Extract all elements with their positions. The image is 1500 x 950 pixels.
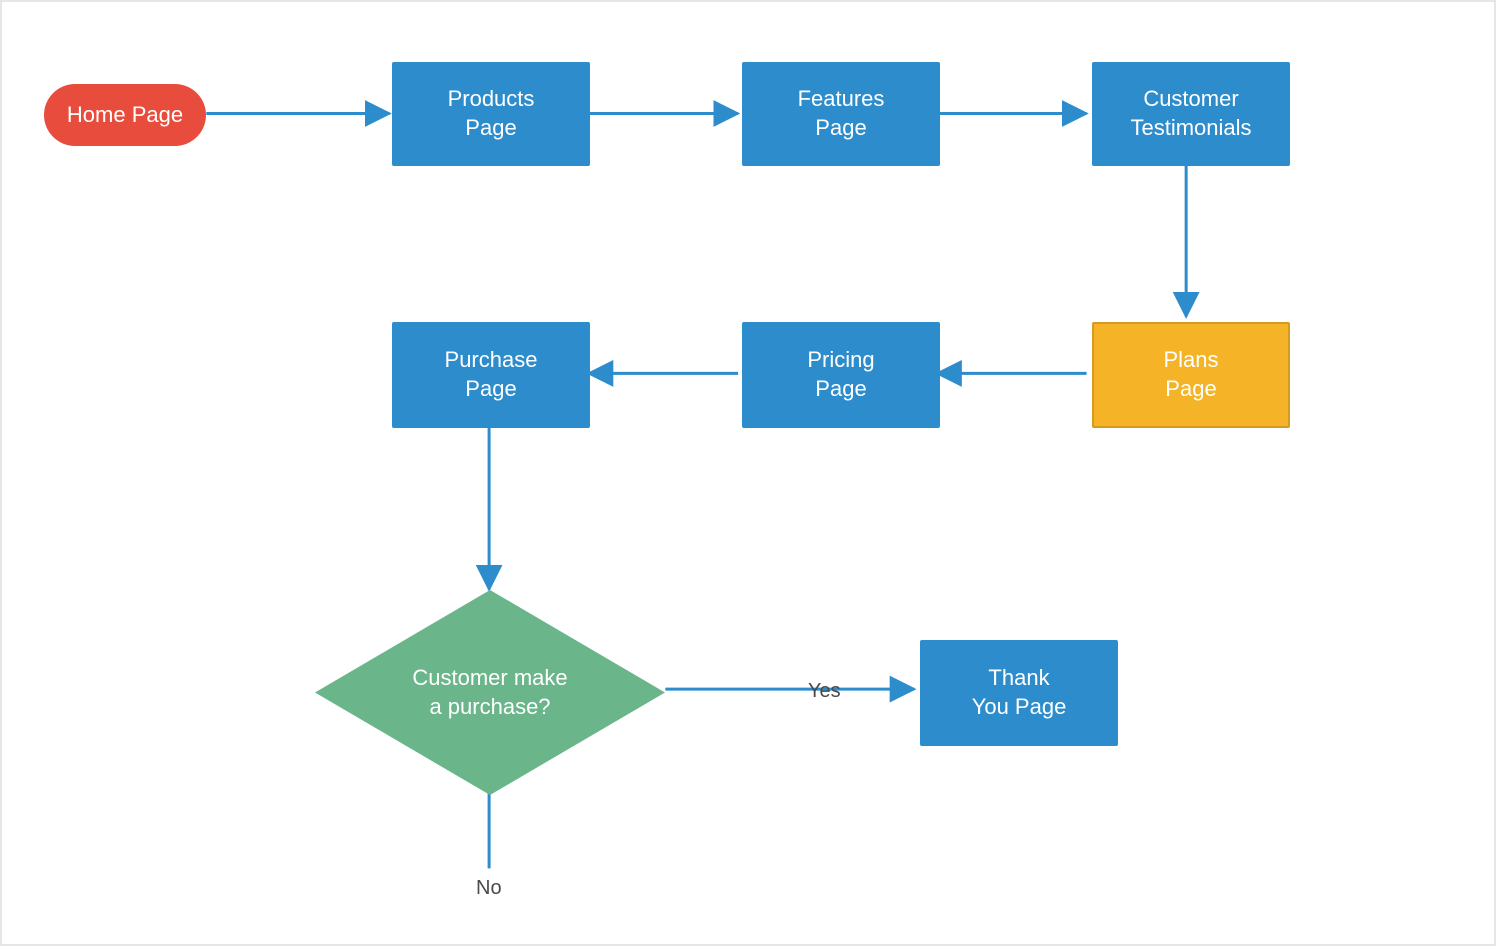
node-plans-line1: Plans	[1163, 346, 1218, 375]
node-decision-purchase: Customer make a purchase?	[315, 590, 665, 795]
edge-label-no: No	[476, 877, 502, 900]
node-plans-page: Plans Page	[1092, 322, 1290, 428]
node-features-line1: Features	[798, 85, 885, 114]
node-testimonials-line1: Customer	[1130, 85, 1251, 114]
node-testimonials-line2: Testimonials	[1130, 114, 1251, 143]
node-customer-testimonials: Customer Testimonials	[1092, 62, 1290, 166]
edge-label-yes: Yes	[808, 680, 841, 703]
node-home-page: Home Page	[44, 84, 206, 146]
node-products-line1: Products	[448, 85, 535, 114]
node-features-line2: Page	[798, 114, 885, 143]
node-purchase-line2: Page	[445, 375, 538, 404]
node-purchase-page: Purchase Page	[392, 322, 590, 428]
node-products-line2: Page	[448, 114, 535, 143]
node-thankyou-line1: Thank	[972, 664, 1067, 693]
node-plans-line2: Page	[1163, 375, 1218, 404]
node-home-page-label: Home Page	[67, 101, 183, 130]
node-purchase-line1: Purchase	[445, 346, 538, 375]
node-products-page: Products Page	[392, 62, 590, 166]
node-thankyou-line2: You Page	[972, 693, 1067, 722]
node-thank-you-page: Thank You Page	[920, 640, 1118, 746]
flowchart-canvas: Home Page Products Page Features Page Cu…	[0, 0, 1496, 946]
node-features-page: Features Page	[742, 62, 940, 166]
node-pricing-line2: Page	[807, 375, 874, 404]
node-pricing-line1: Pricing	[807, 346, 874, 375]
node-pricing-page: Pricing Page	[742, 322, 940, 428]
